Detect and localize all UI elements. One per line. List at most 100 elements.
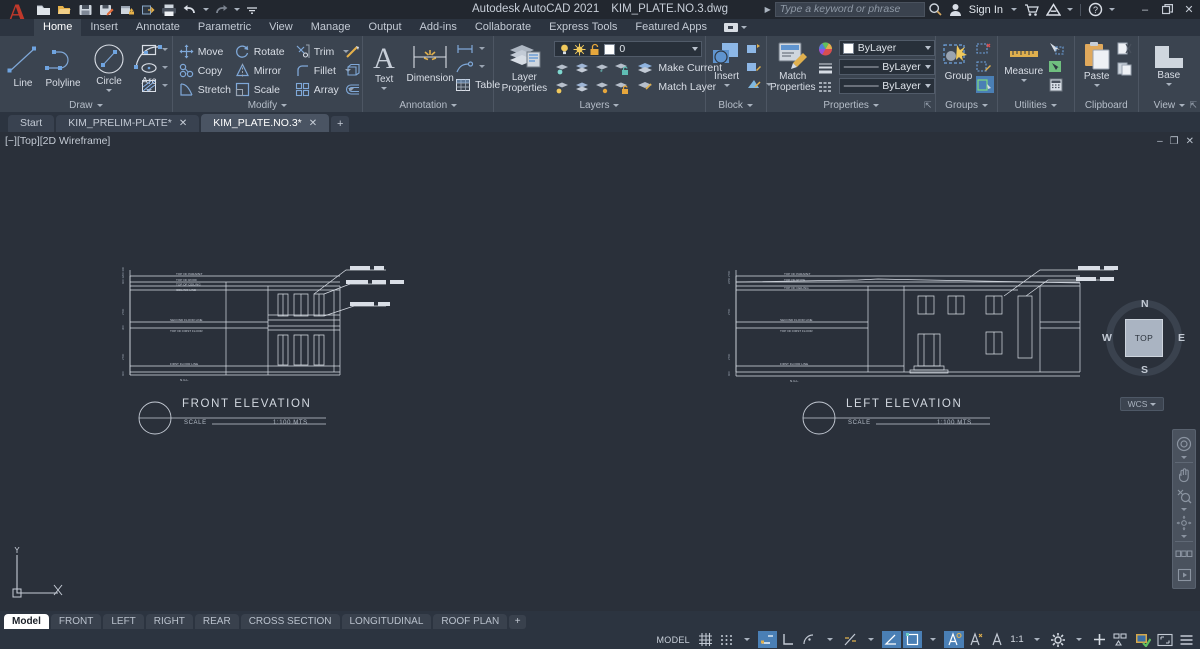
object-color-selector[interactable]: ByLayer	[838, 40, 935, 56]
annotation-scale-icon[interactable]	[988, 631, 1006, 648]
customization-icon[interactable]	[1177, 631, 1196, 648]
ortho-mode-icon[interactable]	[779, 631, 798, 648]
calculator-button[interactable]	[1048, 76, 1064, 93]
layer-freeze-button[interactable]	[574, 60, 590, 77]
trim-button[interactable]: Trim	[295, 43, 350, 60]
lineweight-icon-wrap[interactable]	[817, 59, 834, 76]
tab-collaborate[interactable]: Collaborate	[466, 19, 540, 36]
group-selection-on-button[interactable]	[976, 76, 995, 93]
search-input[interactable]: Type a keyword or phrase	[774, 2, 925, 17]
viewport-label[interactable]: [−][Top][2D Wireframe]	[5, 135, 110, 147]
tab-manage[interactable]: Manage	[302, 19, 360, 36]
annotation-scale-value[interactable]: 1:1	[1008, 631, 1026, 648]
viewcube-south-label[interactable]: S	[1141, 364, 1148, 376]
tab-express-tools[interactable]: Express Tools	[540, 19, 626, 36]
layout-tab-roof-plan[interactable]: ROOF PLAN	[433, 614, 508, 629]
linetype-icon-wrap[interactable]	[817, 78, 834, 95]
viewcube-north-label[interactable]: N	[1141, 298, 1149, 310]
block-panel-expand-icon[interactable]	[746, 104, 753, 107]
linetype-selector[interactable]: ByLayer	[838, 78, 935, 94]
layer-selector-arrow-icon[interactable]	[692, 47, 699, 51]
object-snap-tracking-dropdown-icon[interactable]	[862, 631, 880, 648]
ungroup-button[interactable]	[976, 40, 992, 57]
measure-dropdown-icon[interactable]	[1020, 79, 1027, 82]
layout-tab-rear[interactable]: REAR	[194, 614, 239, 629]
tab-view[interactable]: View	[260, 19, 302, 36]
grid-display-icon[interactable]	[696, 631, 715, 648]
2d-object-snap-icon[interactable]	[903, 631, 922, 648]
modify-panel-expand-icon[interactable]	[281, 104, 288, 107]
paste-dropdown-icon[interactable]	[1093, 84, 1100, 87]
store-cart-icon[interactable]	[1021, 0, 1043, 19]
viewport-close-icon[interactable]: ✕	[1186, 136, 1194, 147]
search-expand-icon[interactable]: ▶	[761, 5, 775, 14]
match-properties-button[interactable]: Match Properties	[769, 41, 817, 93]
hardware-acceleration-icon[interactable]	[1133, 631, 1153, 648]
copy-button[interactable]: Copy	[179, 62, 222, 79]
layout-tab-front[interactable]: FRONT	[50, 614, 102, 629]
tab-annotate[interactable]: Annotate	[127, 19, 189, 36]
object-color-arrow-icon[interactable]	[924, 46, 931, 50]
viewcube-west-label[interactable]: W	[1102, 332, 1112, 344]
base-view-dropdown-icon[interactable]	[1165, 83, 1172, 86]
wcs-dropdown-icon[interactable]	[1150, 402, 1157, 406]
help-icon[interactable]: ?	[1085, 0, 1106, 19]
rectangle-dropdown-icon[interactable]	[162, 48, 168, 51]
ellipse-button[interactable]	[140, 59, 168, 76]
workspace-switching-icon[interactable]	[1048, 631, 1068, 648]
tab-insert[interactable]: Insert	[81, 19, 127, 36]
copy-clip-button[interactable]	[1117, 60, 1133, 77]
create-block-button[interactable]	[746, 40, 762, 57]
clean-screen-icon[interactable]	[1155, 631, 1175, 648]
tab-parametric[interactable]: Parametric	[189, 19, 260, 36]
sign-in-button[interactable]: Sign In	[965, 4, 1007, 16]
circle-dropdown-icon[interactable]	[106, 89, 112, 92]
scale-button[interactable]: Scale	[235, 81, 280, 98]
add-tool-icon[interactable]	[1090, 631, 1109, 648]
edit-block-button[interactable]	[746, 58, 762, 75]
object-snap-icon[interactable]	[882, 631, 901, 648]
rotate-button[interactable]: Rotate	[235, 43, 285, 60]
workspace-switching-dropdown-icon[interactable]	[1070, 631, 1088, 648]
text-dropdown-icon[interactable]	[381, 87, 388, 90]
layout-tab-model[interactable]: Model	[4, 614, 49, 629]
snap-mode-icon[interactable]	[717, 631, 736, 648]
leader-button[interactable]	[455, 58, 486, 75]
lineweight-arrow-icon[interactable]	[924, 65, 931, 69]
isolate-objects-icon[interactable]	[1111, 631, 1131, 648]
hatch-dropdown-icon[interactable]	[162, 84, 168, 87]
zoom-dropdown-icon[interactable]	[1173, 507, 1195, 512]
stretch-button[interactable]: Stretch	[179, 81, 231, 98]
hatch-button[interactable]	[140, 77, 168, 94]
explode-button[interactable]	[345, 43, 361, 60]
orbit-icon[interactable]	[1173, 513, 1195, 533]
help-dropdown-icon[interactable]	[1106, 0, 1118, 19]
mirror-button[interactable]: Mirror	[235, 62, 281, 79]
doc-tab-close-icon[interactable]: ✕	[309, 115, 317, 132]
annotation-visibility-icon[interactable]	[944, 631, 964, 648]
annotation-panel-expand-icon[interactable]	[451, 104, 458, 107]
polar-tracking-dropdown-icon[interactable]	[821, 631, 839, 648]
ellipse-dropdown-icon[interactable]	[162, 66, 168, 69]
layer-on-all-button[interactable]	[554, 79, 570, 96]
autodesk-app-icon[interactable]	[1043, 0, 1064, 19]
snap-mode-dropdown-icon[interactable]	[738, 631, 756, 648]
viewport-restore-icon[interactable]: ❐	[1170, 136, 1179, 147]
viewport-minimize-icon[interactable]: –	[1157, 136, 1163, 147]
match-layer-button[interactable]: Match Layer	[636, 78, 716, 95]
measure-button[interactable]: Measure	[998, 44, 1050, 82]
tab-featured-apps[interactable]: Featured Apps	[626, 19, 716, 36]
pan-icon[interactable]	[1173, 465, 1195, 485]
tab-add-ins[interactable]: Add-ins	[411, 19, 466, 36]
doc-tab-kim-prelim-plate[interactable]: KIM_PRELIM-PLATE* ✕	[56, 115, 200, 132]
doc-tab-start[interactable]: Start	[8, 115, 55, 132]
ribbon-minimize-dropdown-icon[interactable]	[740, 26, 747, 29]
doc-tab-kim-plate-no3[interactable]: KIM_PLATE.NO.3* ✕	[201, 114, 330, 132]
properties-dialog-launcher-icon[interactable]: ⇱	[924, 100, 932, 111]
3d-array-button[interactable]	[345, 62, 361, 79]
polar-tracking-icon[interactable]	[800, 631, 819, 648]
insert-block-dropdown-icon[interactable]	[723, 84, 730, 87]
offset-button[interactable]	[345, 81, 361, 98]
draw-panel-expand-icon[interactable]	[96, 104, 103, 107]
layout-tab-cross-section[interactable]: CROSS SECTION	[240, 614, 340, 629]
